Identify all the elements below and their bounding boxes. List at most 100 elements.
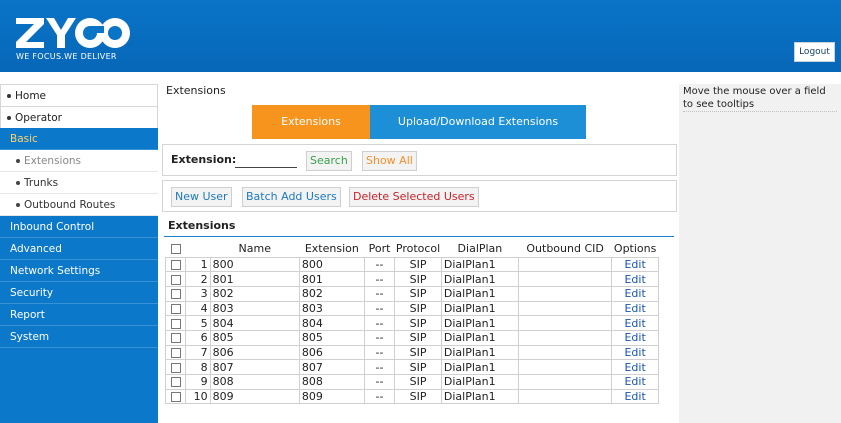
extension-filter-input[interactable] <box>235 152 297 168</box>
edit-link[interactable]: Edit <box>611 388 659 405</box>
checkbox-icon <box>170 289 181 300</box>
edit-link[interactable]: Edit <box>611 256 659 273</box>
row-checkbox[interactable] <box>164 271 187 287</box>
cell-extension: 801 <box>298 271 365 287</box>
edit-link[interactable]: Edit <box>611 315 659 331</box>
header-bar: WE FOCUS.WE DELIVER Logout <box>0 0 841 72</box>
cell-outbound-cid <box>517 271 613 287</box>
table-row: 2 801 801 -- SIP DialPlan1 Edit <box>164 271 659 287</box>
bullet-icon <box>16 181 20 185</box>
column-header-options: Options <box>613 242 657 256</box>
edit-link-label[interactable]: Edit <box>624 331 645 344</box>
sidebar-item-basic[interactable]: Basic <box>0 128 158 150</box>
cell-port: -- <box>363 374 396 390</box>
cell-dialplan: DialPlan1 <box>440 256 519 273</box>
cell-extension: 808 <box>298 374 365 390</box>
new-user-button[interactable]: New User <box>171 187 232 207</box>
checkbox-icon <box>170 244 181 255</box>
sidebar-item-security[interactable]: Security <box>0 282 158 304</box>
edit-link[interactable]: Edit <box>611 344 659 361</box>
row-index: 1 <box>185 256 211 273</box>
cell-dialplan: DialPlan1 <box>440 344 519 361</box>
edit-link-label[interactable]: Edit <box>624 273 645 286</box>
row-checkbox[interactable] <box>164 285 187 302</box>
sidebar-item-system[interactable]: System <box>0 326 158 348</box>
checkbox-icon <box>170 303 181 314</box>
table-row: 8 807 807 -- SIP DialPlan1 Edit <box>164 359 659 375</box>
cell-extension: 809 <box>298 388 365 405</box>
edit-link[interactable]: Edit <box>611 359 659 375</box>
edit-link-label[interactable]: Edit <box>624 302 645 315</box>
sidebar-item-extensions[interactable]: Extensions <box>0 150 158 172</box>
row-checkbox[interactable] <box>164 344 187 361</box>
row-index: 3 <box>185 285 211 302</box>
sidebar-item-operator[interactable]: Operator <box>0 106 158 128</box>
sidebar-item-outbound-routes[interactable]: Outbound Routes <box>0 194 158 216</box>
sidebar-item-label: Operator <box>15 112 62 124</box>
delete-selected-users-button[interactable]: Delete Selected Users <box>349 187 479 207</box>
table-row: 10 809 809 -- SIP DialPlan1 Edit <box>164 388 659 405</box>
cell-name: 806 <box>209 344 300 361</box>
column-header-index <box>186 241 210 257</box>
cell-extension: 805 <box>298 329 365 346</box>
cell-protocol: SIP <box>394 256 442 273</box>
cell-outbound-cid <box>517 315 613 331</box>
row-checkbox[interactable] <box>164 256 187 273</box>
edit-link-label[interactable]: Edit <box>624 375 645 388</box>
table-body: 1 800 800 -- SIP DialPlan1 Edit 2 801 801 -- SIP Dia… <box>164 256 659 405</box>
cell-port: -- <box>363 256 396 273</box>
cell-protocol: SIP <box>394 329 442 346</box>
cell-outbound-cid <box>517 285 613 302</box>
row-checkbox[interactable] <box>164 329 187 346</box>
edit-link-label[interactable]: Edit <box>624 258 645 271</box>
select-all-checkbox[interactable] <box>166 241 186 257</box>
row-checkbox[interactable] <box>164 315 187 331</box>
show-all-button[interactable]: Show All <box>362 151 417 171</box>
sidebar-item-home[interactable]: Home <box>0 84 158 106</box>
table-row: 3 802 802 -- SIP DialPlan1 Edit <box>164 285 659 302</box>
tab-extensions[interactable]: Extensions <box>252 105 370 139</box>
tooltip-panel: Move the mouse over a field to see toolt… <box>679 84 841 423</box>
bullet-icon <box>7 94 11 98</box>
sidebar-item-network-settings[interactable]: Network Settings <box>0 260 158 282</box>
cell-name: 808 <box>209 374 300 390</box>
logout-button[interactable]: Logout <box>794 42 835 62</box>
sidebar-item-report[interactable]: Report <box>0 304 158 326</box>
cell-dialplan: DialPlan1 <box>440 374 519 390</box>
cell-protocol: SIP <box>394 285 442 302</box>
edit-link[interactable]: Edit <box>611 329 659 346</box>
action-panel: New User Batch Add Users Delete Selected… <box>162 180 677 212</box>
sidebar-item-label: Outbound Routes <box>24 199 116 211</box>
row-index: 6 <box>185 329 211 346</box>
edit-link-label[interactable]: Edit <box>624 346 645 359</box>
table-row: 1 800 800 -- SIP DialPlan1 Edit <box>164 256 659 273</box>
checkbox-icon <box>170 377 181 388</box>
edit-link-label[interactable]: Edit <box>624 287 645 300</box>
edit-link[interactable]: Edit <box>611 300 659 317</box>
edit-link-label[interactable]: Edit <box>624 317 645 330</box>
search-button[interactable]: Search <box>306 151 352 171</box>
sidebar-item-trunks[interactable]: Trunks <box>0 172 158 194</box>
row-checkbox[interactable] <box>164 359 187 375</box>
edit-link-label[interactable]: Edit <box>624 361 645 374</box>
checkbox-icon <box>170 318 181 329</box>
cell-port: -- <box>363 271 396 287</box>
row-checkbox[interactable] <box>164 300 187 317</box>
sidebar-item-inbound-control[interactable]: Inbound Control <box>0 216 158 238</box>
bullet-icon <box>7 116 11 120</box>
bullet-icon <box>16 159 20 163</box>
table-row: 6 805 805 -- SIP DialPlan1 Edit <box>164 329 659 346</box>
edit-link-label[interactable]: Edit <box>624 390 645 403</box>
row-index: 2 <box>185 271 211 287</box>
row-checkbox[interactable] <box>164 388 187 405</box>
sidebar-item-advanced[interactable]: Advanced <box>0 238 158 260</box>
batch-add-users-button[interactable]: Batch Add Users <box>242 187 341 207</box>
edit-link[interactable]: Edit <box>611 374 659 390</box>
sidebar-item-label: Trunks <box>24 177 59 189</box>
row-checkbox[interactable] <box>164 374 187 390</box>
column-header-protocol: Protocol <box>395 242 441 256</box>
edit-link[interactable]: Edit <box>611 271 659 287</box>
checkbox-icon <box>170 274 181 285</box>
edit-link[interactable]: Edit <box>611 285 659 302</box>
tab-upload-download-extensions[interactable]: Upload/Download Extensions <box>370 105 586 139</box>
